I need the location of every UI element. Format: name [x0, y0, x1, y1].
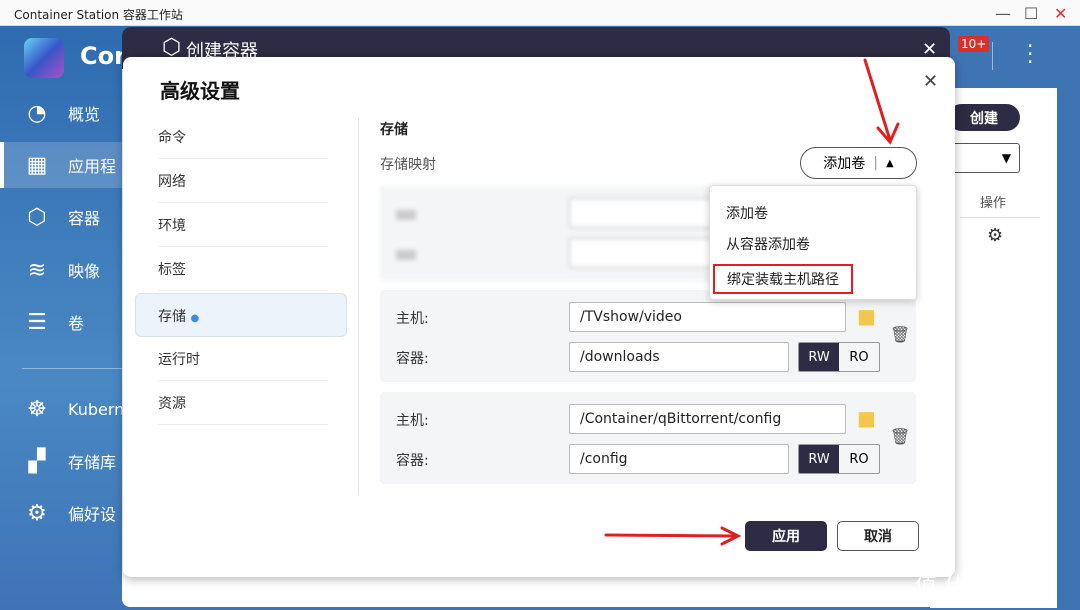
watermark: 值 什么值得买: [915, 574, 1054, 599]
arrow-to-apply: [604, 533, 738, 538]
annotation-arrows: [604, 58, 900, 546]
